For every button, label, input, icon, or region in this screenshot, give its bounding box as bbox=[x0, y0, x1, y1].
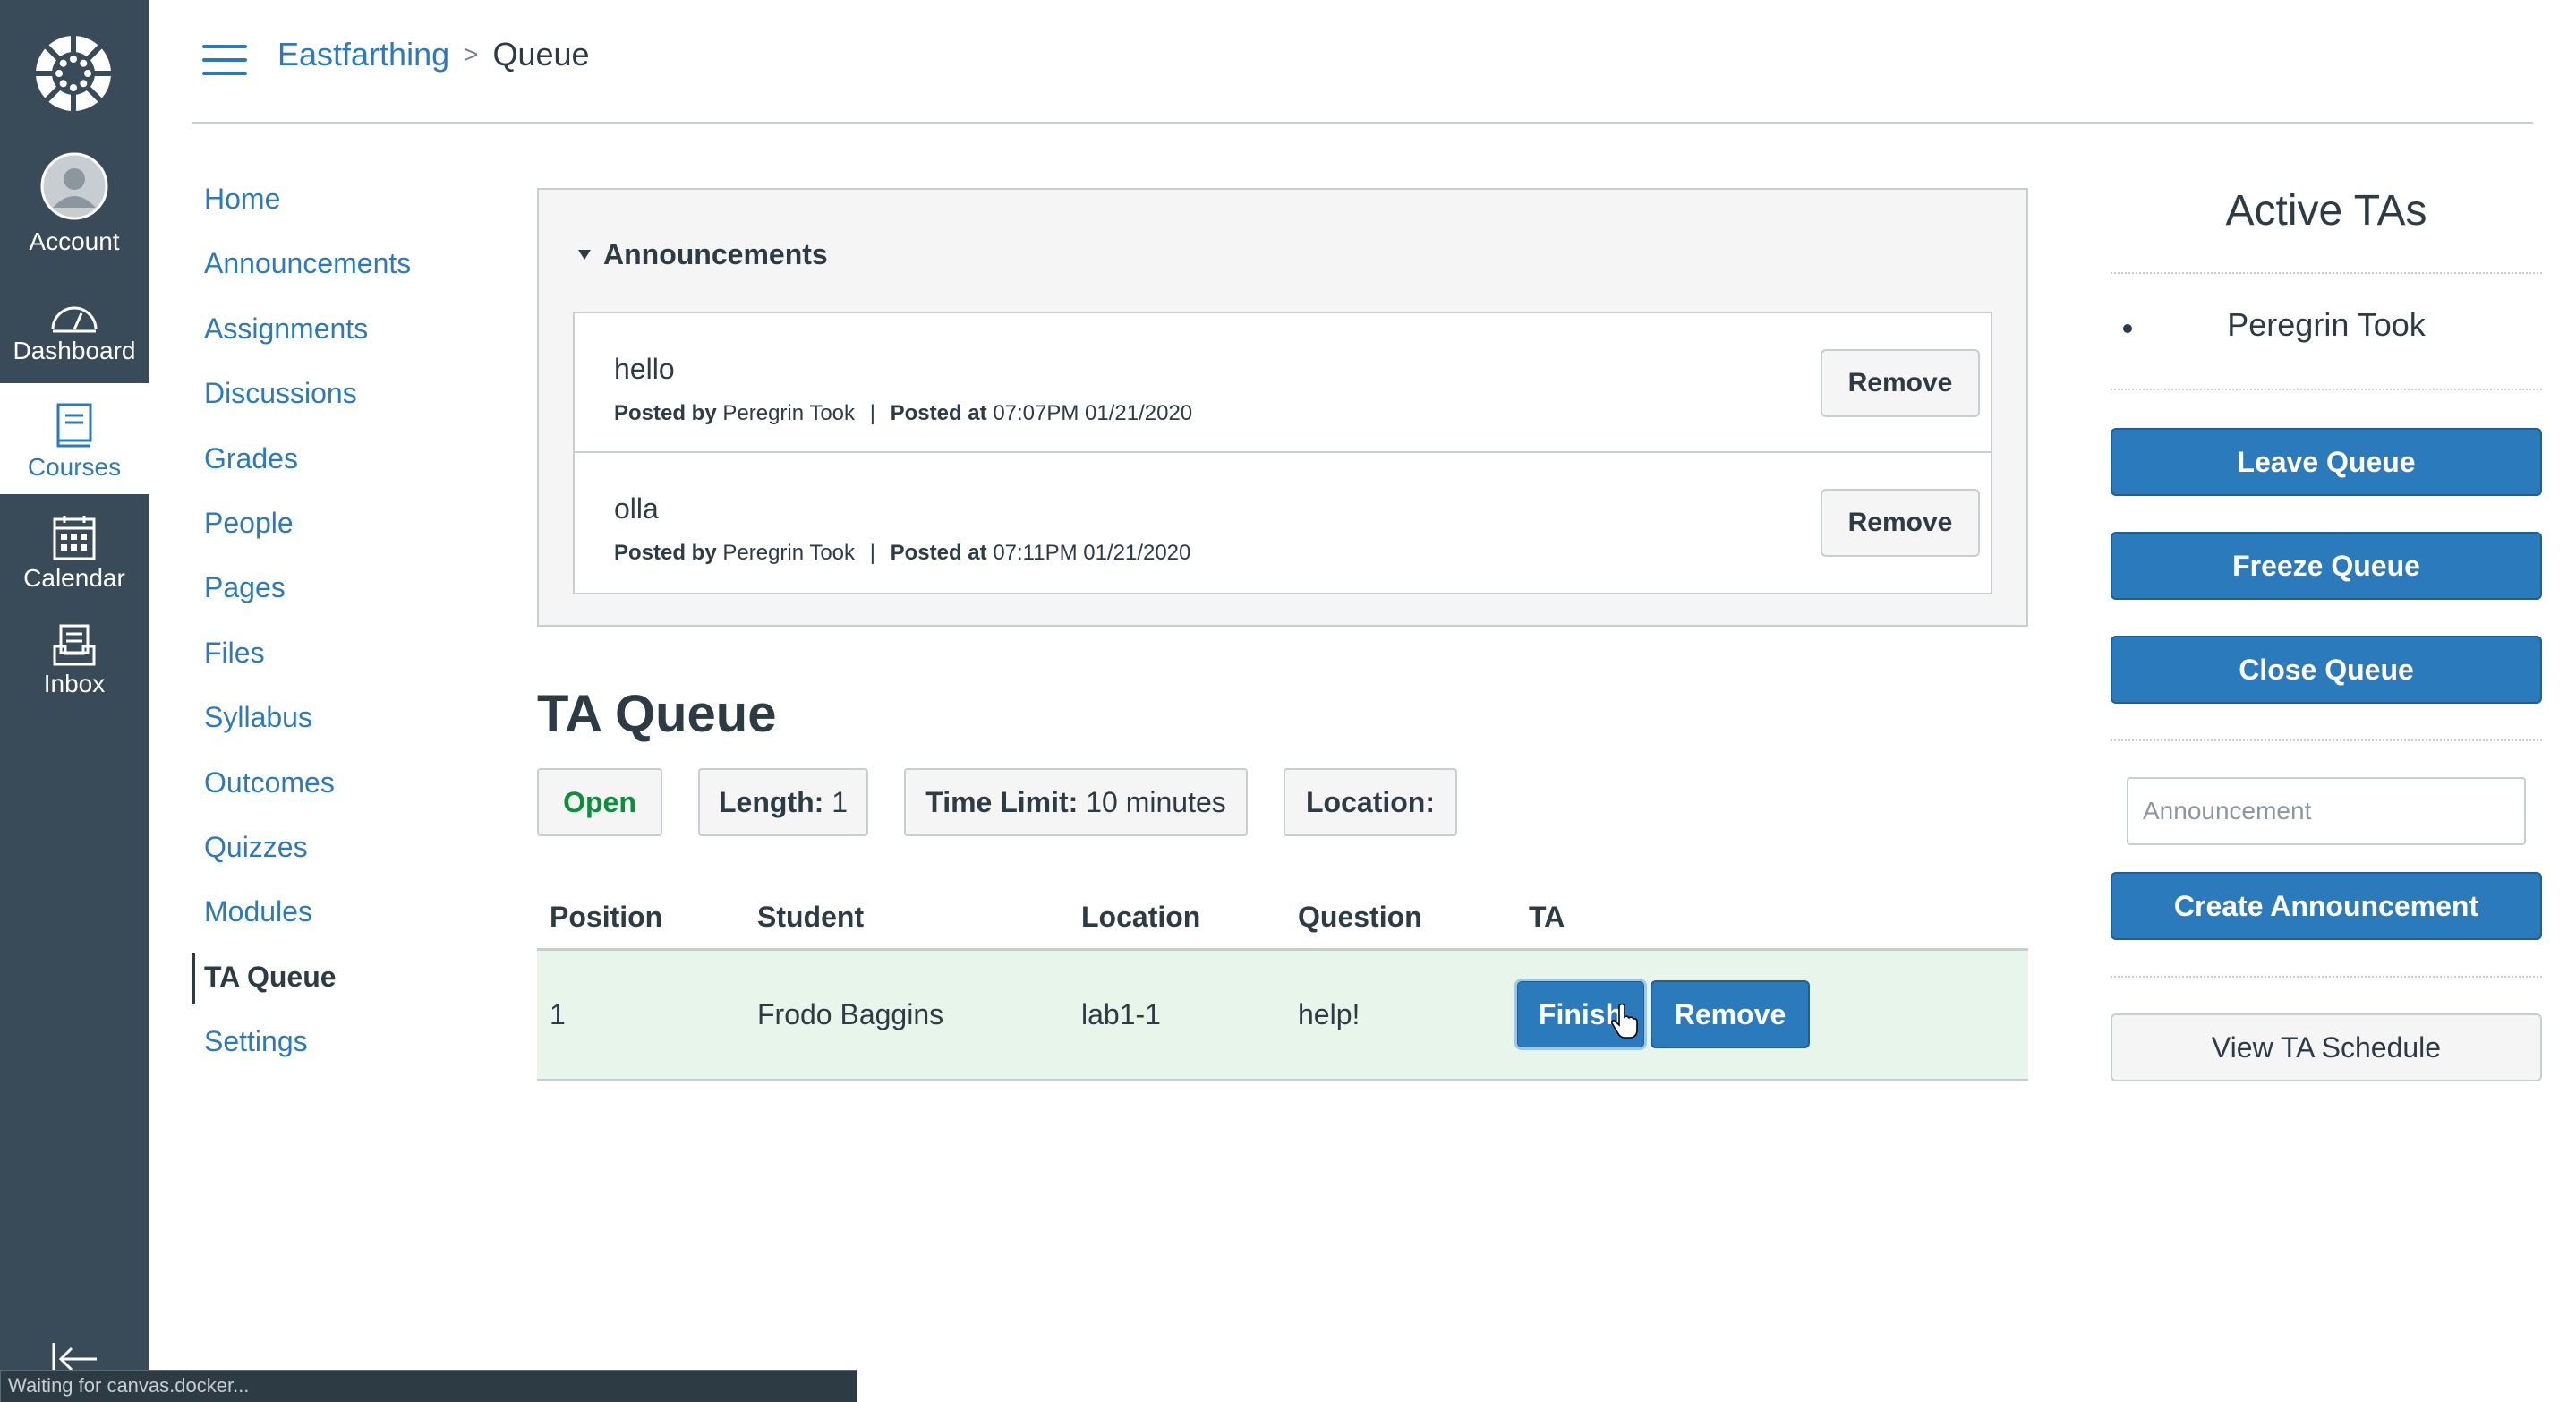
browser-status-bar: Waiting for canvas.docker... bbox=[0, 1370, 857, 1402]
remove-announcement-button[interactable]: Remove bbox=[1821, 349, 1980, 417]
breadcrumb-separator-icon: > bbox=[464, 40, 479, 68]
remove-announcement-button[interactable]: Remove bbox=[1821, 489, 1980, 557]
nav-inbox-label: Inbox bbox=[43, 670, 106, 697]
hand-pointer-icon bbox=[1611, 1003, 1638, 1039]
course-nav-discussions[interactable]: Discussions bbox=[192, 370, 460, 434]
avatar-icon bbox=[40, 152, 108, 220]
list-item: Peregrin Took bbox=[2227, 306, 2426, 343]
course-nav-files[interactable]: Files bbox=[192, 629, 460, 694]
meta-separator: | bbox=[869, 401, 875, 425]
course-nav-pages[interactable]: Pages bbox=[192, 564, 460, 628]
cell-question: help! bbox=[1285, 949, 1516, 1081]
announcement-item: olla Posted by Peregrin Took | Posted at… bbox=[575, 453, 1991, 593]
queue-length-value: 1 bbox=[832, 786, 848, 818]
column-header-question: Question bbox=[1285, 886, 1516, 951]
course-nav-modules[interactable]: Modules bbox=[192, 888, 460, 953]
nav-courses[interactable]: Courses bbox=[0, 383, 149, 494]
course-nav-outcomes[interactable]: Outcomes bbox=[192, 759, 460, 824]
view-ta-schedule-button[interactable]: View TA Schedule bbox=[2111, 1013, 2542, 1081]
active-tas-title: Active TAs bbox=[2111, 175, 2542, 274]
freeze-queue-button[interactable]: Freeze Queue bbox=[2111, 532, 2542, 600]
announcement-author: Peregrin Took bbox=[722, 541, 856, 565]
course-nav-syllabus[interactable]: Syllabus bbox=[192, 694, 460, 758]
course-nav-ta-queue[interactable]: TA Queue bbox=[192, 953, 460, 1004]
announcement-author: Peregrin Took bbox=[722, 401, 856, 425]
time-limit-label: Time Limit: bbox=[925, 786, 1079, 818]
nav-dashboard[interactable]: Dashboard bbox=[0, 270, 149, 380]
course-nav-announcements[interactable]: Announcements bbox=[192, 240, 460, 304]
announcements-panel: Announcements hello Posted by Peregrin T… bbox=[537, 188, 2028, 627]
announcement-input[interactable] bbox=[2127, 777, 2526, 845]
course-nav: Home Announcements Assignments Discussio… bbox=[192, 175, 460, 1082]
announcements-list: hello Posted by Peregrin Took | Posted a… bbox=[573, 312, 1992, 594]
course-nav-grades[interactable]: Grades bbox=[192, 435, 460, 500]
nav-account-label: Account bbox=[29, 227, 120, 255]
announcement-time: 07:11PM 01/21/2020 bbox=[993, 541, 1191, 565]
announcement-title: olla bbox=[614, 492, 659, 525]
cell-position: 1 bbox=[537, 949, 745, 1081]
course-nav-assignments[interactable]: Assignments bbox=[192, 305, 460, 370]
announcement-item: hello Posted by Peregrin Took | Posted a… bbox=[575, 313, 1991, 453]
breadcrumb-current: Queue bbox=[492, 36, 590, 73]
column-header-position: Position bbox=[537, 886, 745, 951]
course-nav-home[interactable]: Home bbox=[192, 175, 460, 240]
divider bbox=[2111, 739, 2542, 741]
queue-status-badge: Open bbox=[537, 768, 662, 836]
nav-dashboard-label: Dashboard bbox=[13, 337, 136, 364]
announcements-toggle[interactable]: Announcements bbox=[578, 238, 828, 271]
column-header-location: Location bbox=[1069, 886, 1285, 951]
cell-student: Frodo Baggins bbox=[745, 949, 1069, 1081]
announcement-meta: Posted by Peregrin Took | Posted at 07:0… bbox=[614, 401, 1192, 426]
nav-calendar-label: Calendar bbox=[23, 564, 125, 592]
queue-location-badge: Location: bbox=[1284, 768, 1457, 836]
close-queue-button[interactable]: Close Queue bbox=[2111, 636, 2542, 704]
hamburger-menu-icon[interactable] bbox=[202, 45, 247, 75]
leave-queue-button[interactable]: Leave Queue bbox=[2111, 428, 2542, 496]
queue-length-badge: Length: 1 bbox=[698, 768, 868, 836]
course-nav-people[interactable]: People bbox=[192, 500, 460, 564]
queue-table-header: Position Student Location Question TA bbox=[537, 886, 2028, 951]
divider bbox=[2111, 976, 2542, 978]
course-nav-settings[interactable]: Settings bbox=[192, 1018, 460, 1082]
page-title: TA Queue bbox=[537, 685, 777, 743]
cell-location: lab1-1 bbox=[1069, 949, 1285, 1081]
posted-by-label: Posted by bbox=[614, 541, 717, 565]
remove-student-button[interactable]: Remove bbox=[1651, 980, 1810, 1049]
breadcrumb-course-link[interactable]: Eastfarthing bbox=[277, 36, 449, 73]
time-limit-value: 10 minutes bbox=[1086, 786, 1226, 818]
courses-book-icon bbox=[56, 403, 92, 448]
table-row: 1 Frodo Baggins lab1-1 help! Finish Remov… bbox=[537, 949, 2028, 1081]
calendar-icon bbox=[53, 516, 96, 560]
announcement-meta: Posted by Peregrin Took | Posted at 07:1… bbox=[614, 541, 1190, 566]
queue-length-label: Length: bbox=[719, 786, 824, 818]
canvas-logo-icon[interactable] bbox=[32, 32, 115, 115]
column-header-ta: TA bbox=[1516, 886, 2028, 951]
queue-table: Position Student Location Question TA 1 … bbox=[537, 886, 2028, 1081]
announcement-time: 07:07PM 01/21/2020 bbox=[993, 401, 1193, 425]
active-tas-list: Peregrin Took bbox=[2111, 274, 2542, 390]
cell-ta-actions: Finish Remove bbox=[1514, 949, 2028, 1081]
announcement-title: hello bbox=[614, 353, 675, 385]
right-panel: Active TAs Peregrin Took Leave Queue Fre… bbox=[2111, 175, 2542, 1081]
caret-down-icon bbox=[578, 250, 591, 260]
queue-time-limit-badge: Time Limit: 10 minutes bbox=[904, 768, 1248, 836]
posted-at-label: Posted at bbox=[890, 541, 987, 565]
inbox-icon bbox=[53, 624, 96, 666]
meta-separator: | bbox=[869, 541, 875, 565]
nav-inbox[interactable]: Inbox bbox=[0, 612, 149, 722]
posted-by-label: Posted by bbox=[614, 401, 717, 425]
nav-calendar[interactable]: Calendar bbox=[0, 498, 149, 607]
nav-courses-label: Courses bbox=[27, 453, 122, 481]
create-announcement-button[interactable]: Create Announcement bbox=[2111, 872, 2542, 940]
course-nav-quizzes[interactable]: Quizzes bbox=[192, 824, 460, 888]
dashboard-gauge-icon bbox=[51, 306, 98, 333]
column-header-student: Student bbox=[745, 886, 1069, 951]
location-label: Location: bbox=[1306, 786, 1435, 818]
breadcrumb: Eastfarthing > Queue bbox=[277, 36, 590, 73]
global-nav: Account Dashboard Courses Calendar Inbox bbox=[0, 0, 149, 1402]
nav-account[interactable]: Account bbox=[0, 152, 149, 265]
posted-at-label: Posted at bbox=[890, 401, 987, 425]
page-header: Eastfarthing > Queue bbox=[192, 0, 2533, 124]
announcements-heading: Announcements bbox=[603, 238, 828, 270]
